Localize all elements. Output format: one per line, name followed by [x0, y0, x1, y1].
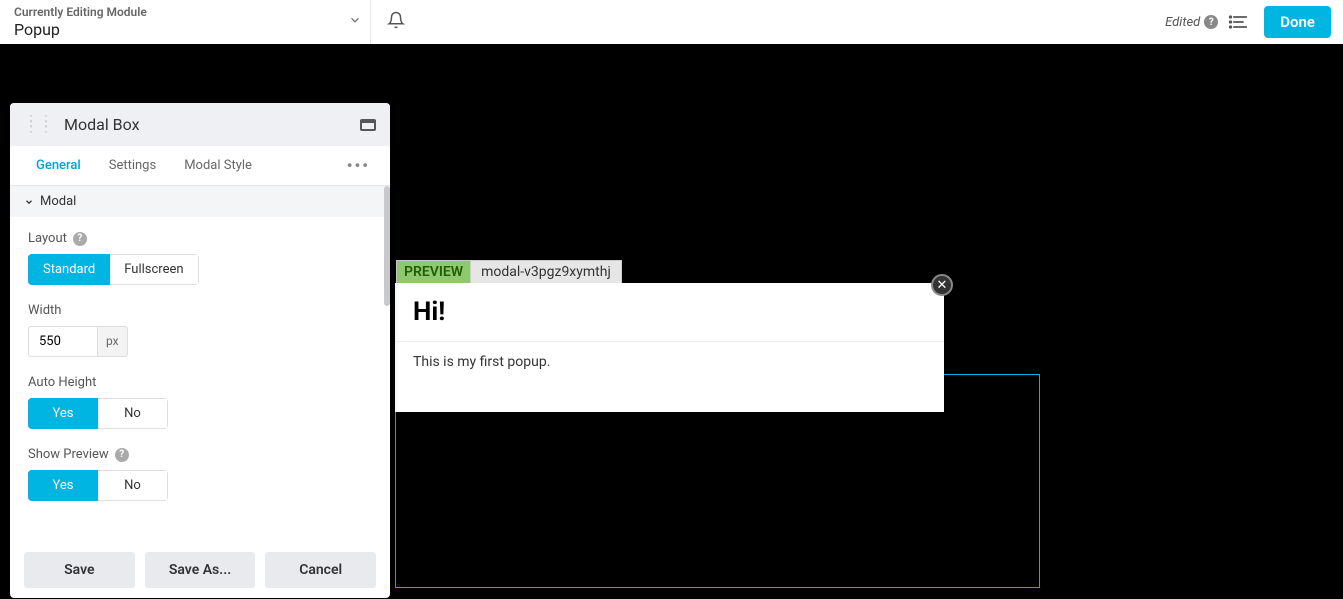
panel-title: Modal Box: [64, 115, 360, 134]
close-icon[interactable]: ✕: [931, 274, 953, 296]
chevron-down-icon: [340, 11, 370, 32]
auto-height-yes-button[interactable]: Yes: [28, 398, 98, 429]
auto-height-no-button[interactable]: No: [98, 398, 168, 429]
module-name: Popup: [14, 20, 340, 39]
window-icon[interactable]: [360, 119, 376, 131]
popup-header: Hi!: [395, 283, 944, 342]
field-layout: Layout ? Standard Fullscreen: [28, 231, 372, 285]
layout-standard-button[interactable]: Standard: [28, 254, 110, 285]
chevron-down-icon: [24, 197, 34, 207]
divider: [370, 0, 371, 44]
help-icon[interactable]: ?: [115, 448, 129, 462]
tab-modal-style[interactable]: Modal Style: [170, 146, 266, 185]
notification-bell-icon[interactable]: [377, 5, 415, 40]
popup-body: This is my first popup.: [395, 342, 944, 412]
done-button[interactable]: Done: [1264, 6, 1331, 38]
popup-heading: Hi!: [413, 297, 926, 327]
drag-grip-icon[interactable]: ⋮⋮⋮⋮: [24, 119, 54, 130]
modal-id-label: modal-v3pgz9xymthj: [470, 260, 622, 284]
cancel-button[interactable]: Cancel: [265, 552, 376, 588]
module-label: Currently Editing Module: [14, 5, 340, 19]
help-icon[interactable]: ?: [1204, 15, 1218, 29]
section-label: Modal: [40, 194, 76, 209]
show-preview-yes-button[interactable]: Yes: [28, 470, 98, 501]
field-width: Width px: [28, 303, 372, 357]
width-label: Width: [28, 303, 61, 318]
layout-fullscreen-button[interactable]: Fullscreen: [110, 254, 198, 285]
top-bar: Currently Editing Module Popup Edited ? …: [0, 0, 1343, 44]
properties-panel: ⋮⋮⋮⋮ Modal Box General Settings Modal St…: [10, 103, 390, 598]
panel-footer: Save Save As... Cancel: [10, 542, 390, 598]
auto-height-label: Auto Height: [28, 375, 96, 390]
panel-titlebar[interactable]: ⋮⋮⋮⋮ Modal Box: [10, 103, 390, 146]
preview-tag: PREVIEW: [396, 260, 470, 284]
tab-general[interactable]: General: [22, 146, 95, 185]
panel-tabs: General Settings Modal Style •••: [10, 146, 390, 186]
layers-icon[interactable]: [1218, 14, 1258, 30]
edited-indicator: Edited ?: [1165, 15, 1218, 30]
scrollbar-thumb[interactable]: [384, 186, 390, 306]
save-button[interactable]: Save: [24, 552, 135, 588]
width-unit[interactable]: px: [98, 326, 128, 357]
width-input[interactable]: [28, 326, 98, 357]
edited-text: Edited: [1165, 15, 1200, 30]
layout-label: Layout: [28, 231, 67, 246]
section-modal[interactable]: Modal: [10, 186, 390, 217]
canvas: PREVIEW modal-v3pgz9xymthj ✕ Hi! This is…: [0, 44, 1343, 599]
field-show-preview: Show Preview ? Yes No: [28, 447, 372, 501]
field-auto-height: Auto Height Yes No: [28, 375, 372, 429]
module-selector[interactable]: Currently Editing Module Popup: [14, 5, 370, 39]
popup-preview[interactable]: ✕ Hi! This is my first popup.: [395, 283, 944, 412]
preview-label-row: PREVIEW modal-v3pgz9xymthj: [396, 260, 622, 284]
tab-settings[interactable]: Settings: [95, 146, 170, 185]
save-as-button[interactable]: Save As...: [145, 552, 256, 588]
panel-scroll[interactable]: Modal Layout ? Standard Fullscreen Width: [10, 186, 390, 542]
show-preview-no-button[interactable]: No: [98, 470, 168, 501]
help-icon[interactable]: ?: [73, 232, 87, 246]
more-icon[interactable]: •••: [339, 156, 378, 175]
show-preview-label: Show Preview: [28, 447, 109, 462]
